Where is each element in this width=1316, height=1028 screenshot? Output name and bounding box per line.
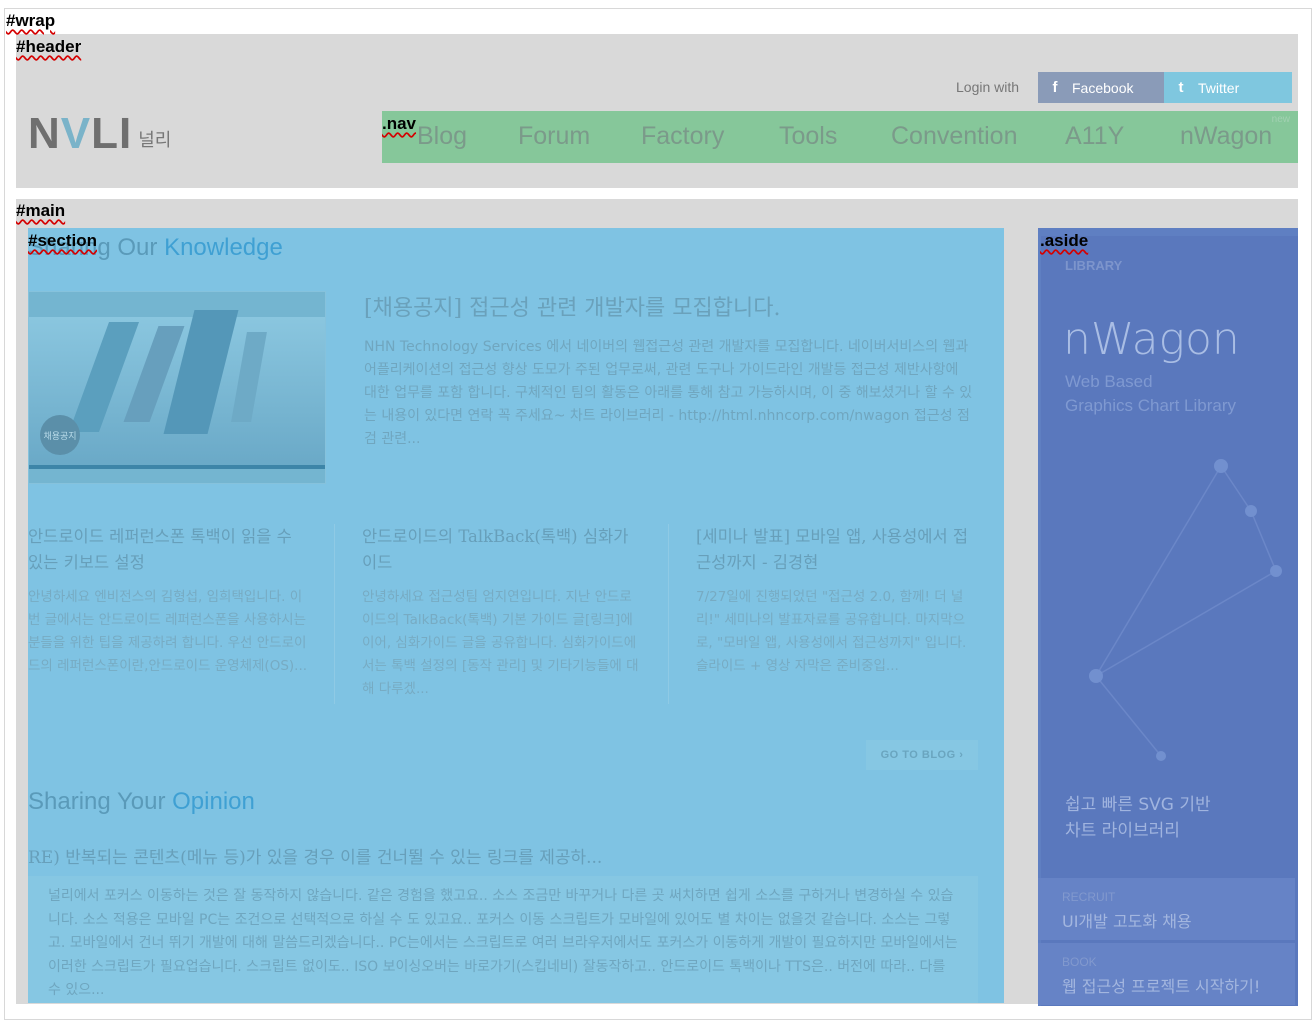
facebook-login-button[interactable]: f Facebook (1038, 72, 1164, 103)
nwagon-subtitle: Web Based Graphics Chart Library (1065, 372, 1237, 415)
twitter-login-button[interactable]: t Twitter (1164, 72, 1292, 103)
featured-post-image[interactable]: 채용공지 (28, 291, 326, 484)
list-item: [세미나 발표] 모바일 앱, 사용성에서 접근성까지 - 김경현 7/27일에… (696, 524, 976, 678)
section-outline-label: #section (28, 231, 97, 250)
post-excerpt: 7/27일에 진행되었던 "접근성 2.0, 함께! 더 널리!" 세미나의 발… (696, 589, 967, 674)
nav-item-tools[interactable]: Tools (779, 122, 837, 151)
content-section: Sharing Our Knowledge 채용공지 [채용공지] 접근성 관련… (28, 228, 1004, 1003)
nav-item-a11y[interactable]: A11Y (1065, 122, 1124, 151)
book-value: 웹 접근성 프로젝트 시작하기! (1062, 977, 1261, 996)
nav-item-convention[interactable]: Convention (891, 122, 1017, 151)
wrap-outline-label: #wrap (6, 11, 56, 30)
new-badge: new (1271, 114, 1290, 125)
main-outline-label: #main (16, 201, 66, 220)
aside-panel: LIBRARY nWagon Web Based Graphics Chart L… (1038, 228, 1298, 1006)
facebook-icon: f (1052, 79, 1058, 96)
nav-item-factory[interactable]: Factory (641, 122, 724, 151)
logo-wordmark: NVLI (28, 109, 133, 158)
recruit-card[interactable]: RECRUIT UI개발 고도화 채용 (1038, 878, 1295, 940)
chart-network-graphic (1089, 459, 1282, 761)
post-title[interactable]: 안드로이드의 TalkBack(톡백) 심화가이드 (362, 524, 642, 576)
featured-post-excerpt: NHN Technology Services 에서 네이버의 웹접근성 관련 … (364, 339, 973, 447)
post-title[interactable]: 안드로이드 레퍼런스폰 톡백이 읽을 수 있는 키보드 설정 (28, 524, 308, 576)
post-excerpt: 안녕하세요 접근성팀 엄지연입니다. 지난 안드로이드의 TalkBack(톡백… (362, 589, 639, 697)
nav-item-forum[interactable]: Forum (518, 122, 590, 151)
post-excerpt: 안녕하세요 엔비전스의 김형섭, 임희택입니다. 이번 글에서는 안드로이드 레… (28, 589, 308, 674)
nwagon-title: nWagon (1063, 314, 1240, 365)
featured-post-title[interactable]: [채용공지] 접근성 관련 개발자를 모집합니다. (364, 290, 780, 322)
list-item: 안드로이드 레퍼런스폰 톡백이 읽을 수 있는 키보드 설정 안녕하세요 엔비전… (28, 524, 308, 678)
go-to-blog-button[interactable]: GO TO BLOG › (866, 740, 978, 770)
library-label: LIBRARY (1065, 258, 1123, 273)
aside-outline-label: .aside (1040, 231, 1089, 250)
list-item: 안드로이드의 TalkBack(톡백) 심화가이드 안녕하세요 접근성팀 엄지연… (362, 524, 642, 701)
column-divider (668, 524, 669, 704)
opinion-question-link[interactable]: RE) 반복되는 콘텐츠(메뉴 등)가 있을 경우 이를 건너뛸 수 있는 링크… (28, 843, 602, 868)
site-logo[interactable]: NVLI 널리 (28, 109, 172, 158)
main-navigation: Blog Forum Factory Tools Convention A11Y… (382, 111, 1298, 163)
nav-item-nwagon[interactable]: nWagon (1180, 122, 1272, 151)
opinion-answer: 널리에서 포커스 이동하는 것은 잘 동작하지 않습니다. 같은 경험을 했고요… (28, 876, 978, 1003)
twitter-icon: t (1178, 79, 1184, 96)
recruit-value: UI개발 고도화 채용 (1062, 912, 1192, 931)
twitter-label: Twitter (1198, 79, 1240, 96)
nav-outline-label: .nav (382, 114, 417, 133)
logo-korean: 널리 (138, 130, 172, 151)
featured-image-badge: 채용공지 (40, 415, 80, 455)
login-with-label: Login with (956, 79, 1020, 95)
post-title[interactable]: [세미나 발표] 모바일 앱, 사용성에서 접근성까지 - 김경현 (696, 524, 976, 576)
book-card[interactable]: BOOK 웹 접근성 프로젝트 시작하기! (1038, 943, 1295, 1005)
column-divider (334, 524, 335, 704)
nav-item-blog[interactable]: Blog (417, 122, 467, 151)
recruit-label: RECRUIT (1062, 890, 1116, 904)
opinion-heading: Sharing Your Opinion (28, 788, 255, 815)
facebook-label: Facebook (1072, 79, 1134, 96)
header-outline-label: #header (16, 37, 82, 56)
nwagon-tagline: 쉽고 빠른 SVG 기반 차트 라이브러리 (1065, 795, 1211, 841)
book-label: BOOK (1062, 955, 1097, 969)
